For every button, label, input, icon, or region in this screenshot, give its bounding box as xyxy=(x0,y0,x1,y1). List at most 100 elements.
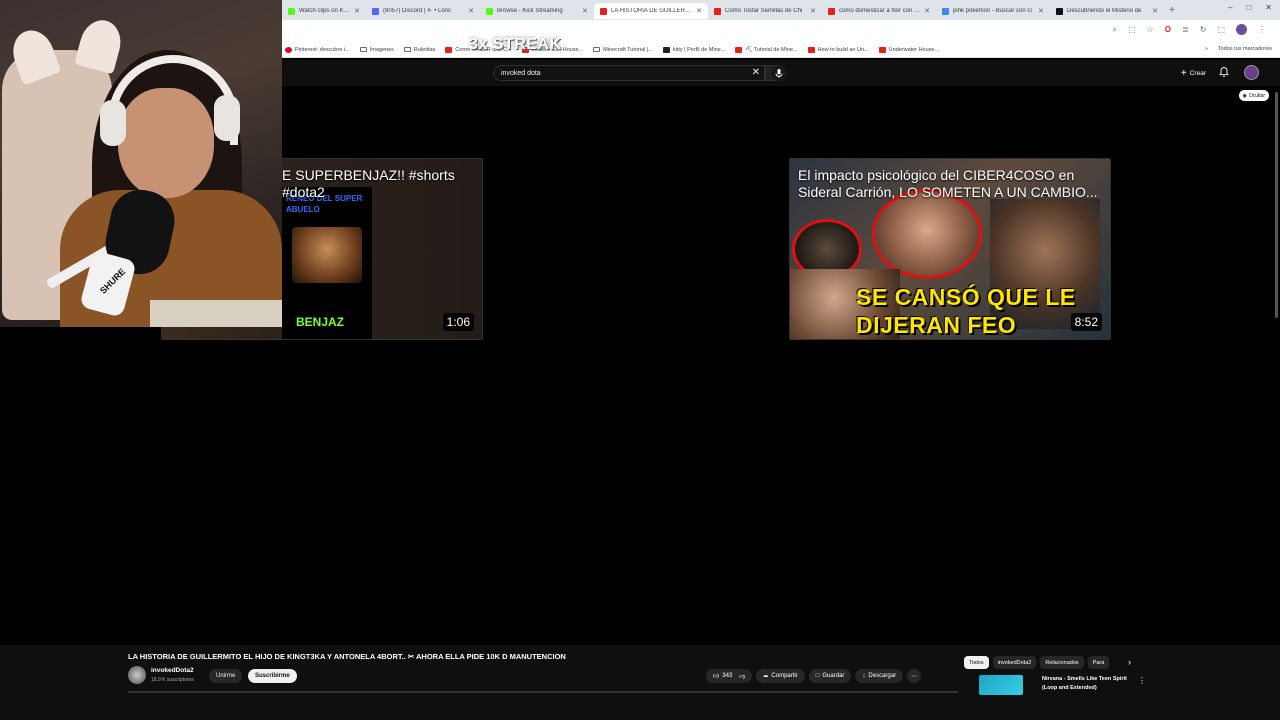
voice-search-button[interactable] xyxy=(771,65,787,81)
filter-chip[interactable]: Relacionados xyxy=(1040,656,1084,669)
notifications-bell-icon[interactable] xyxy=(1218,66,1230,78)
tab-title: Browse - Kick Streaming xyxy=(497,8,563,14)
share-icon: ➦ xyxy=(763,673,769,680)
mic-brand: SHURE xyxy=(97,266,128,296)
tab-close-icon[interactable]: ✕ xyxy=(582,7,588,15)
thumbnail-caption: SE CANSÓ QUE LE DIJERAN FEO xyxy=(856,284,1076,338)
streak-overlay: 3x STREAK xyxy=(469,36,562,53)
tab-close-icon[interactable]: ✕ xyxy=(1038,7,1044,15)
tab-close-icon[interactable]: ✕ xyxy=(354,7,360,15)
thumbs-down-icon[interactable]: 👎︎ xyxy=(739,672,745,680)
hide-end-screen-button[interactable]: ◉ Ocultar xyxy=(1238,90,1269,101)
more-actions-button[interactable]: ⋯ xyxy=(907,669,922,683)
desk xyxy=(150,300,282,327)
tab-close-icon[interactable]: ✕ xyxy=(924,7,930,15)
bookmark-icon: □ xyxy=(815,673,820,679)
save-button[interactable]: □ Guardar xyxy=(808,669,852,683)
folder-icon xyxy=(403,47,411,52)
like-count: 343 xyxy=(722,673,733,679)
maximize-button[interactable]: □ xyxy=(1246,3,1251,12)
bookmark-item[interactable]: How to build an Un... xyxy=(807,46,869,53)
tab-close-icon[interactable]: ✕ xyxy=(810,7,816,15)
short-thumbnail: RENEO DEL SUPER ABUELO BENJAZ xyxy=(282,187,372,339)
cast-icon[interactable]: ⬚ xyxy=(1128,25,1136,34)
puzzle-icon[interactable]: ⬚ xyxy=(1217,25,1225,34)
close-window-button[interactable]: ✕ xyxy=(1265,3,1272,12)
search-value: invoked dota xyxy=(501,69,541,77)
tab-title: Descubriendo el Misterio de xyxy=(1067,8,1142,14)
refresh-extension-icon[interactable]: ↻ xyxy=(1200,25,1207,34)
video-title: LA HISTORIA DE GUILLERMITO EL HIJO DE KI… xyxy=(128,652,566,661)
browser-tab[interactable]: Watch clips on Kick ✕ xyxy=(282,3,366,19)
bookmarks-overflow[interactable]: » xyxy=(1205,46,1208,52)
minimize-button[interactable]: – xyxy=(1228,3,1232,12)
end-screen-card-video[interactable]: El impacto psicológico del CIBER4COSO en… xyxy=(789,158,1111,340)
subscriber-count: 18,9 K suscriptores xyxy=(151,677,194,683)
like-button[interactable]: 👍︎ 343 👎︎ xyxy=(706,669,753,683)
browser-tab[interactable]: LA HISTORIA DE GUILLERMITO ✕ xyxy=(594,3,708,19)
progress-track[interactable] xyxy=(128,691,958,693)
extension-icon[interactable]: ≣ xyxy=(1182,25,1189,34)
bookmark-item[interactable]: Ruletitas xyxy=(403,46,436,53)
new-tab-button[interactable]: + xyxy=(1164,5,1180,16)
subscribe-button[interactable]: Suscribirme xyxy=(248,669,297,683)
tab-close-icon[interactable]: ✕ xyxy=(696,7,702,15)
join-button[interactable]: Unirme xyxy=(209,669,243,683)
page-scrollbar[interactable] xyxy=(1275,92,1278,318)
bookmark-label: kitty | Perfil de Mine... xyxy=(672,46,726,53)
download-icon: ↓ xyxy=(862,673,866,679)
youtube-icon xyxy=(807,46,815,53)
bookmark-item[interactable]: ⛏ Tutorial de Mine... xyxy=(735,46,798,53)
browser-tab[interactable]: Browse - Kick Streaming ✕ xyxy=(480,3,594,19)
filter-chip[interactable]: invokedDota2 xyxy=(992,656,1037,669)
folder-icon xyxy=(359,47,367,52)
bookmark-item[interactable]: Pinterest: descubre i... xyxy=(285,46,350,53)
tab-title: pink pokemon - Buscar con G xyxy=(953,8,1033,14)
all-bookmarks-link[interactable]: Todos tus marcadores xyxy=(1218,46,1272,52)
bookmark-label: Minecraft Tutorial |... xyxy=(603,46,653,53)
download-button[interactable]: ↓ Descargar xyxy=(855,669,904,683)
bookmark-item[interactable]: Underwater House... xyxy=(878,46,939,53)
tab-close-icon[interactable]: ✕ xyxy=(468,7,474,15)
bookmark-item[interactable]: Imagenes xyxy=(359,47,394,53)
browser-tab[interactable]: Descubriendo el Misterio de ✕ xyxy=(1050,3,1164,19)
zoom-icon[interactable]: ⌕ xyxy=(1113,25,1117,35)
filter-chip[interactable]: Para xyxy=(1087,656,1110,669)
tab-close-icon[interactable]: ✕ xyxy=(1152,7,1158,15)
channel-avatar[interactable] xyxy=(128,666,146,684)
share-button[interactable]: ➦ Compartir xyxy=(756,669,805,683)
chips-next-arrow[interactable]: › xyxy=(1128,657,1131,667)
bookmark-star-icon[interactable]: ☆ xyxy=(1147,25,1154,34)
youtube-account-avatar[interactable] xyxy=(1244,65,1259,80)
thumbnail-name: BENJAZ xyxy=(296,315,345,329)
related-chips: Todos invokedDota2 Relacionados Para xyxy=(964,656,1110,669)
toolbar-icons: ⌕ ⬚ ☆ O ≣ ↻ ⬚ ⋮ xyxy=(1113,24,1266,35)
create-button[interactable]: + Crear xyxy=(1181,68,1206,79)
browser-tab[interactable]: como domesticar a Nor con pe ✕ xyxy=(822,3,936,19)
bookmark-item[interactable]: kitty | Perfil de Mine... xyxy=(662,46,726,53)
menu-icon[interactable]: ⋮ xyxy=(1258,25,1266,34)
recommendation-menu-icon[interactable]: ⋮ xyxy=(1138,676,1146,685)
video-info-bar: LA HISTORIA DE GUILLERMITO EL HIJO DE KI… xyxy=(0,645,1280,720)
browser-tab[interactable]: (8057) Discord | #· • Lonc ✕ xyxy=(366,3,480,19)
channel-name[interactable]: invokedDota2 xyxy=(151,667,194,674)
search-input[interactable]: invoked dota ✕ xyxy=(493,65,765,81)
filter-chip[interactable]: Todos xyxy=(964,656,989,669)
tab-favicon-icon xyxy=(600,7,607,15)
tabs-container: Watch clips on Kick ✕ (8057) Discord | #· … xyxy=(282,1,1164,19)
bookmark-label: Ruletitas xyxy=(413,46,436,53)
screen: { "browser": { "tabs": [ {"title": "Watc… xyxy=(0,0,1280,720)
bookmark-item[interactable]: Minecraft Tutorial |... xyxy=(593,47,653,53)
favicon-icon xyxy=(662,46,670,53)
clear-search-icon[interactable]: ✕ xyxy=(752,67,760,78)
opera-extension-icon[interactable]: O xyxy=(1165,25,1171,34)
profile-avatar[interactable] xyxy=(1236,24,1247,35)
recommendation-title[interactable]: Nirvana - Smells Like Teen Spirit (Loop … xyxy=(1042,675,1132,693)
share-label: Compartir xyxy=(771,673,798,679)
browser-tab[interactable]: pink pokemon - Buscar con G ✕ xyxy=(936,3,1050,19)
bookmarks-right: » Todos tus marcadores xyxy=(1205,46,1272,52)
tab-favicon-icon xyxy=(828,7,835,15)
recommendation-thumbnail[interactable] xyxy=(979,675,1023,695)
thumbs-up-icon: 👍︎ xyxy=(713,674,720,680)
browser-tab[interactable]: Cómo Tostar Semillas de Chi ✕ xyxy=(708,3,822,19)
